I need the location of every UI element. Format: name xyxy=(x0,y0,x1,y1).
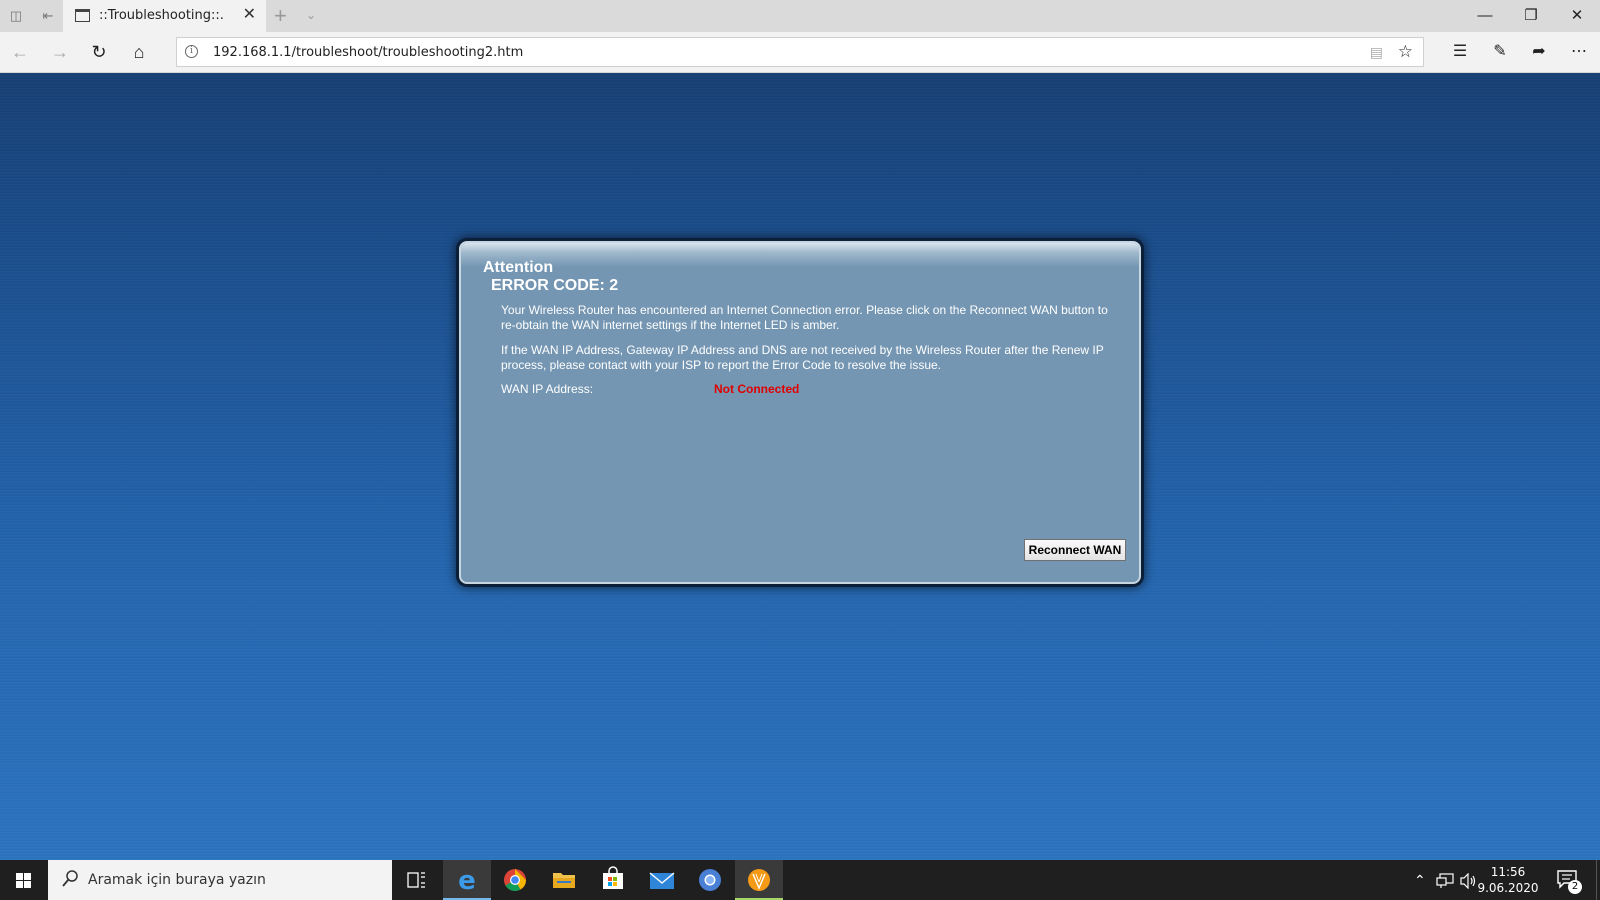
windows-taskbar: Aramak için buraya yazın e ⌃ 11:56 9.06.… xyxy=(0,860,1600,900)
back-arrow-icon[interactable]: ← xyxy=(8,40,32,64)
wan-ip-label: WAN IP Address: xyxy=(501,382,594,396)
set-tabs-aside-icon[interactable]: ⇤ xyxy=(40,8,56,24)
reconnect-wan-button[interactable]: Reconnect WAN xyxy=(1024,539,1126,561)
edge-icon: e xyxy=(458,866,476,896)
search-icon xyxy=(62,870,78,887)
browser-tab[interactable]: ::Troubleshooting::. ✕ xyxy=(63,0,266,32)
store-bag-icon xyxy=(603,866,623,889)
show-desktop-strip[interactable] xyxy=(1596,860,1597,900)
page-favicon-icon xyxy=(75,9,90,22)
restore-icon[interactable]: ❐ xyxy=(1508,0,1554,32)
start-button[interactable] xyxy=(0,860,48,900)
taskbar-mail[interactable] xyxy=(638,860,686,900)
svg-text:e: e xyxy=(458,866,476,896)
taskbar-clock[interactable]: 11:56 9.06.2020 xyxy=(1476,864,1540,896)
clock-time: 11:56 xyxy=(1490,865,1526,879)
taskbar-store[interactable] xyxy=(589,860,637,900)
taskbar-media-app[interactable] xyxy=(735,860,783,900)
chromium-icon xyxy=(699,869,721,891)
tab-close-icon[interactable]: ✕ xyxy=(243,6,256,24)
show-hidden-icons-chevron-icon[interactable]: ⌃ xyxy=(1414,872,1426,889)
error-description: Your Wireless Router has encountered an … xyxy=(501,303,1108,332)
window-close-icon[interactable]: ✕ xyxy=(1554,0,1600,32)
site-info-icon[interactable]: i xyxy=(185,45,198,58)
forward-arrow-icon[interactable]: → xyxy=(48,40,72,64)
home-icon[interactable]: ⌂ xyxy=(127,40,151,64)
clock-date: 9.06.2020 xyxy=(1477,881,1539,895)
wan-ip-status: Not Connected xyxy=(714,382,800,396)
isp-contact-note: If the WAN IP Address, Gateway IP Addres… xyxy=(501,343,1104,372)
network-icon[interactable] xyxy=(1436,873,1454,889)
more-menu-icon[interactable]: ⋯ xyxy=(1567,40,1591,64)
mail-icon xyxy=(649,872,675,889)
taskbar-edge[interactable]: e xyxy=(443,860,491,900)
dialog-top-gradient xyxy=(461,243,1139,267)
attention-dialog: Attention ERROR CODE: 2 Your Wireless Ro… xyxy=(459,241,1141,584)
address-bar[interactable]: i 192.168.1.1/troubleshoot/troubleshooti… xyxy=(176,37,1424,67)
web-note-pen-icon[interactable]: ✎ xyxy=(1488,40,1512,64)
reading-view-icon[interactable]: ▤ xyxy=(1370,44,1383,61)
favorites-hub-icon[interactable]: ☰ xyxy=(1448,40,1472,64)
taskbar-search[interactable]: Aramak için buraya yazın xyxy=(48,860,392,900)
media-player-icon xyxy=(748,869,770,891)
dialog-heading: Attention xyxy=(483,259,554,276)
taskbar-file-explorer[interactable] xyxy=(540,860,588,900)
favorite-star-icon[interactable]: ☆ xyxy=(1398,42,1413,62)
task-view-icon xyxy=(407,872,425,888)
taskbar-chrome[interactable] xyxy=(491,860,539,900)
minimize-icon[interactable]: — xyxy=(1462,0,1508,32)
router-page: Attention ERROR CODE: 2 Your Wireless Ro… xyxy=(0,73,1600,860)
share-icon[interactable]: ➦ xyxy=(1527,40,1551,64)
new-tab-icon[interactable]: + xyxy=(274,4,287,28)
chrome-icon xyxy=(504,869,526,891)
browser-navbar: ← → ↻ ⌂ i 192.168.1.1/troubleshoot/troub… xyxy=(0,32,1600,73)
error-code: ERROR CODE: 2 xyxy=(491,277,619,294)
task-view-button[interactable] xyxy=(392,860,440,900)
windows-logo-icon xyxy=(16,873,31,888)
tab-title: ::Troubleshooting::. xyxy=(99,8,224,23)
address-url[interactable]: 192.168.1.1/troubleshoot/troubleshooting… xyxy=(213,45,523,60)
browser-titlebar: ◫ ⇤ ::Troubleshooting::. ✕ + ⌄ — ❐ ✕ xyxy=(0,0,1600,32)
taskbar-browser-app[interactable] xyxy=(686,860,734,900)
search-placeholder: Aramak için buraya yazın xyxy=(88,872,266,888)
tab-manager-icon[interactable]: ◫ xyxy=(8,8,24,24)
tab-list-chevron-icon[interactable]: ⌄ xyxy=(306,8,316,22)
folder-icon xyxy=(553,873,575,888)
refresh-icon[interactable]: ↻ xyxy=(87,40,111,64)
notification-count-badge: 2 xyxy=(1568,880,1582,894)
